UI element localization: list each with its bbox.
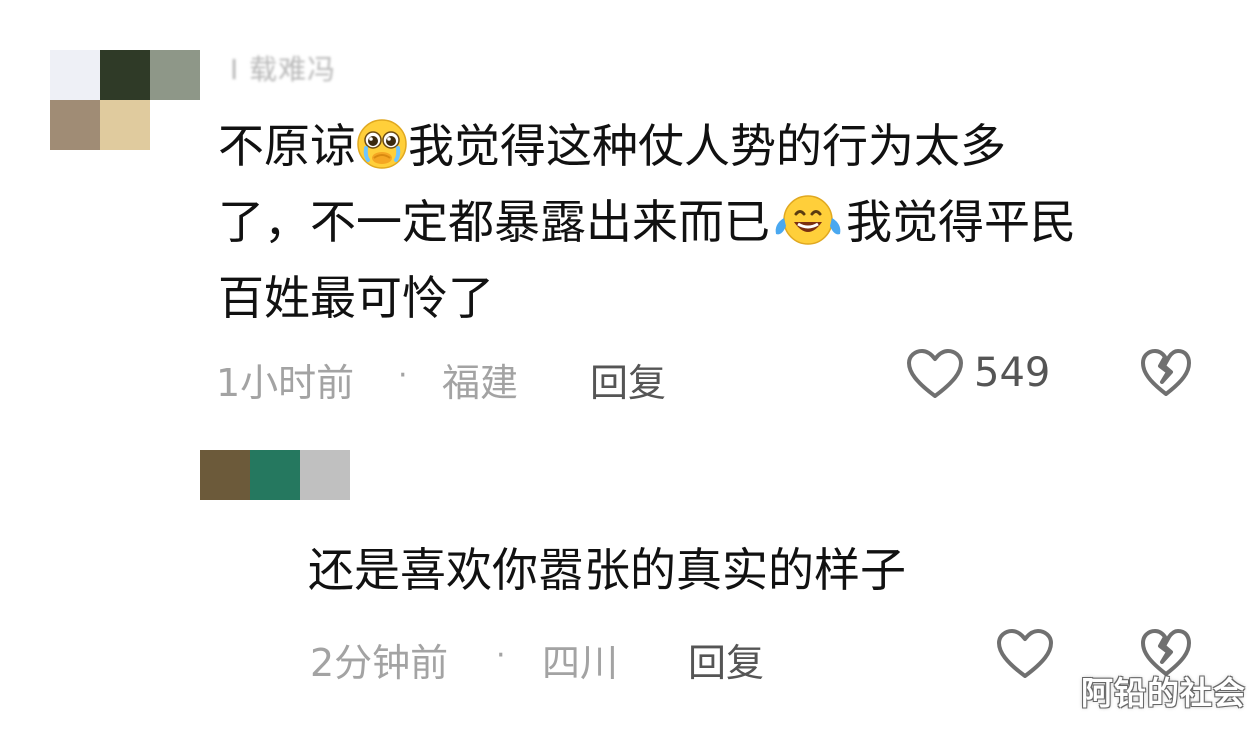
meta-separator: · [496,638,506,673]
avatar-tile [100,100,150,150]
comment-text-segment: 了，不一定都暴露出来而已 [218,195,770,249]
heart-icon[interactable] [996,628,1054,684]
avatar[interactable] [200,450,350,500]
reply-button[interactable]: 回复 [590,352,666,407]
watermark: 阿铅的社会 [1080,674,1246,712]
avatar-tile [50,100,100,150]
avatar-tile [250,450,300,500]
avatar-tile [200,450,250,500]
avatar-tile [50,50,100,100]
heart-icon[interactable] [906,348,964,404]
avatar-tile [300,450,350,500]
comment-text-segment: 百姓最可怜了 [218,271,494,325]
meta-separator: · [398,358,408,393]
comment-location: 四川 [542,641,619,685]
avatar[interactable] [50,50,200,150]
avatar-tile [150,100,200,150]
avatar-tile [150,50,200,100]
avatar-tile [100,50,150,100]
comment-location: 福建 [442,361,519,405]
broken-heart-icon[interactable] [1140,348,1192,402]
pleading-crying-emoji-icon [356,118,408,188]
reply-button[interactable]: 回复 [688,632,764,687]
comment-time: 1小时前 [216,361,355,405]
comment-time: 2分钟前 [310,641,449,685]
like-count: 549 [974,350,1051,396]
comment-text-segment: 我觉得这种仗人势的行为太多 [408,119,1006,173]
comment-text-segment: 我觉得平民 [846,195,1076,249]
comment-username[interactable]: I 载难冯 [230,48,336,88]
reply-comment-text: 还是喜欢你嚣张的真实的样子 [308,543,906,597]
comment-text-segment: 不原谅 [218,119,356,173]
comment-text: 不原谅 我觉得这种仗人势的行为太多 了，不一定都暴露出来而已 我觉得平民 百姓最… [218,112,1198,332]
tears-of-joy-emoji-icon [770,194,846,264]
